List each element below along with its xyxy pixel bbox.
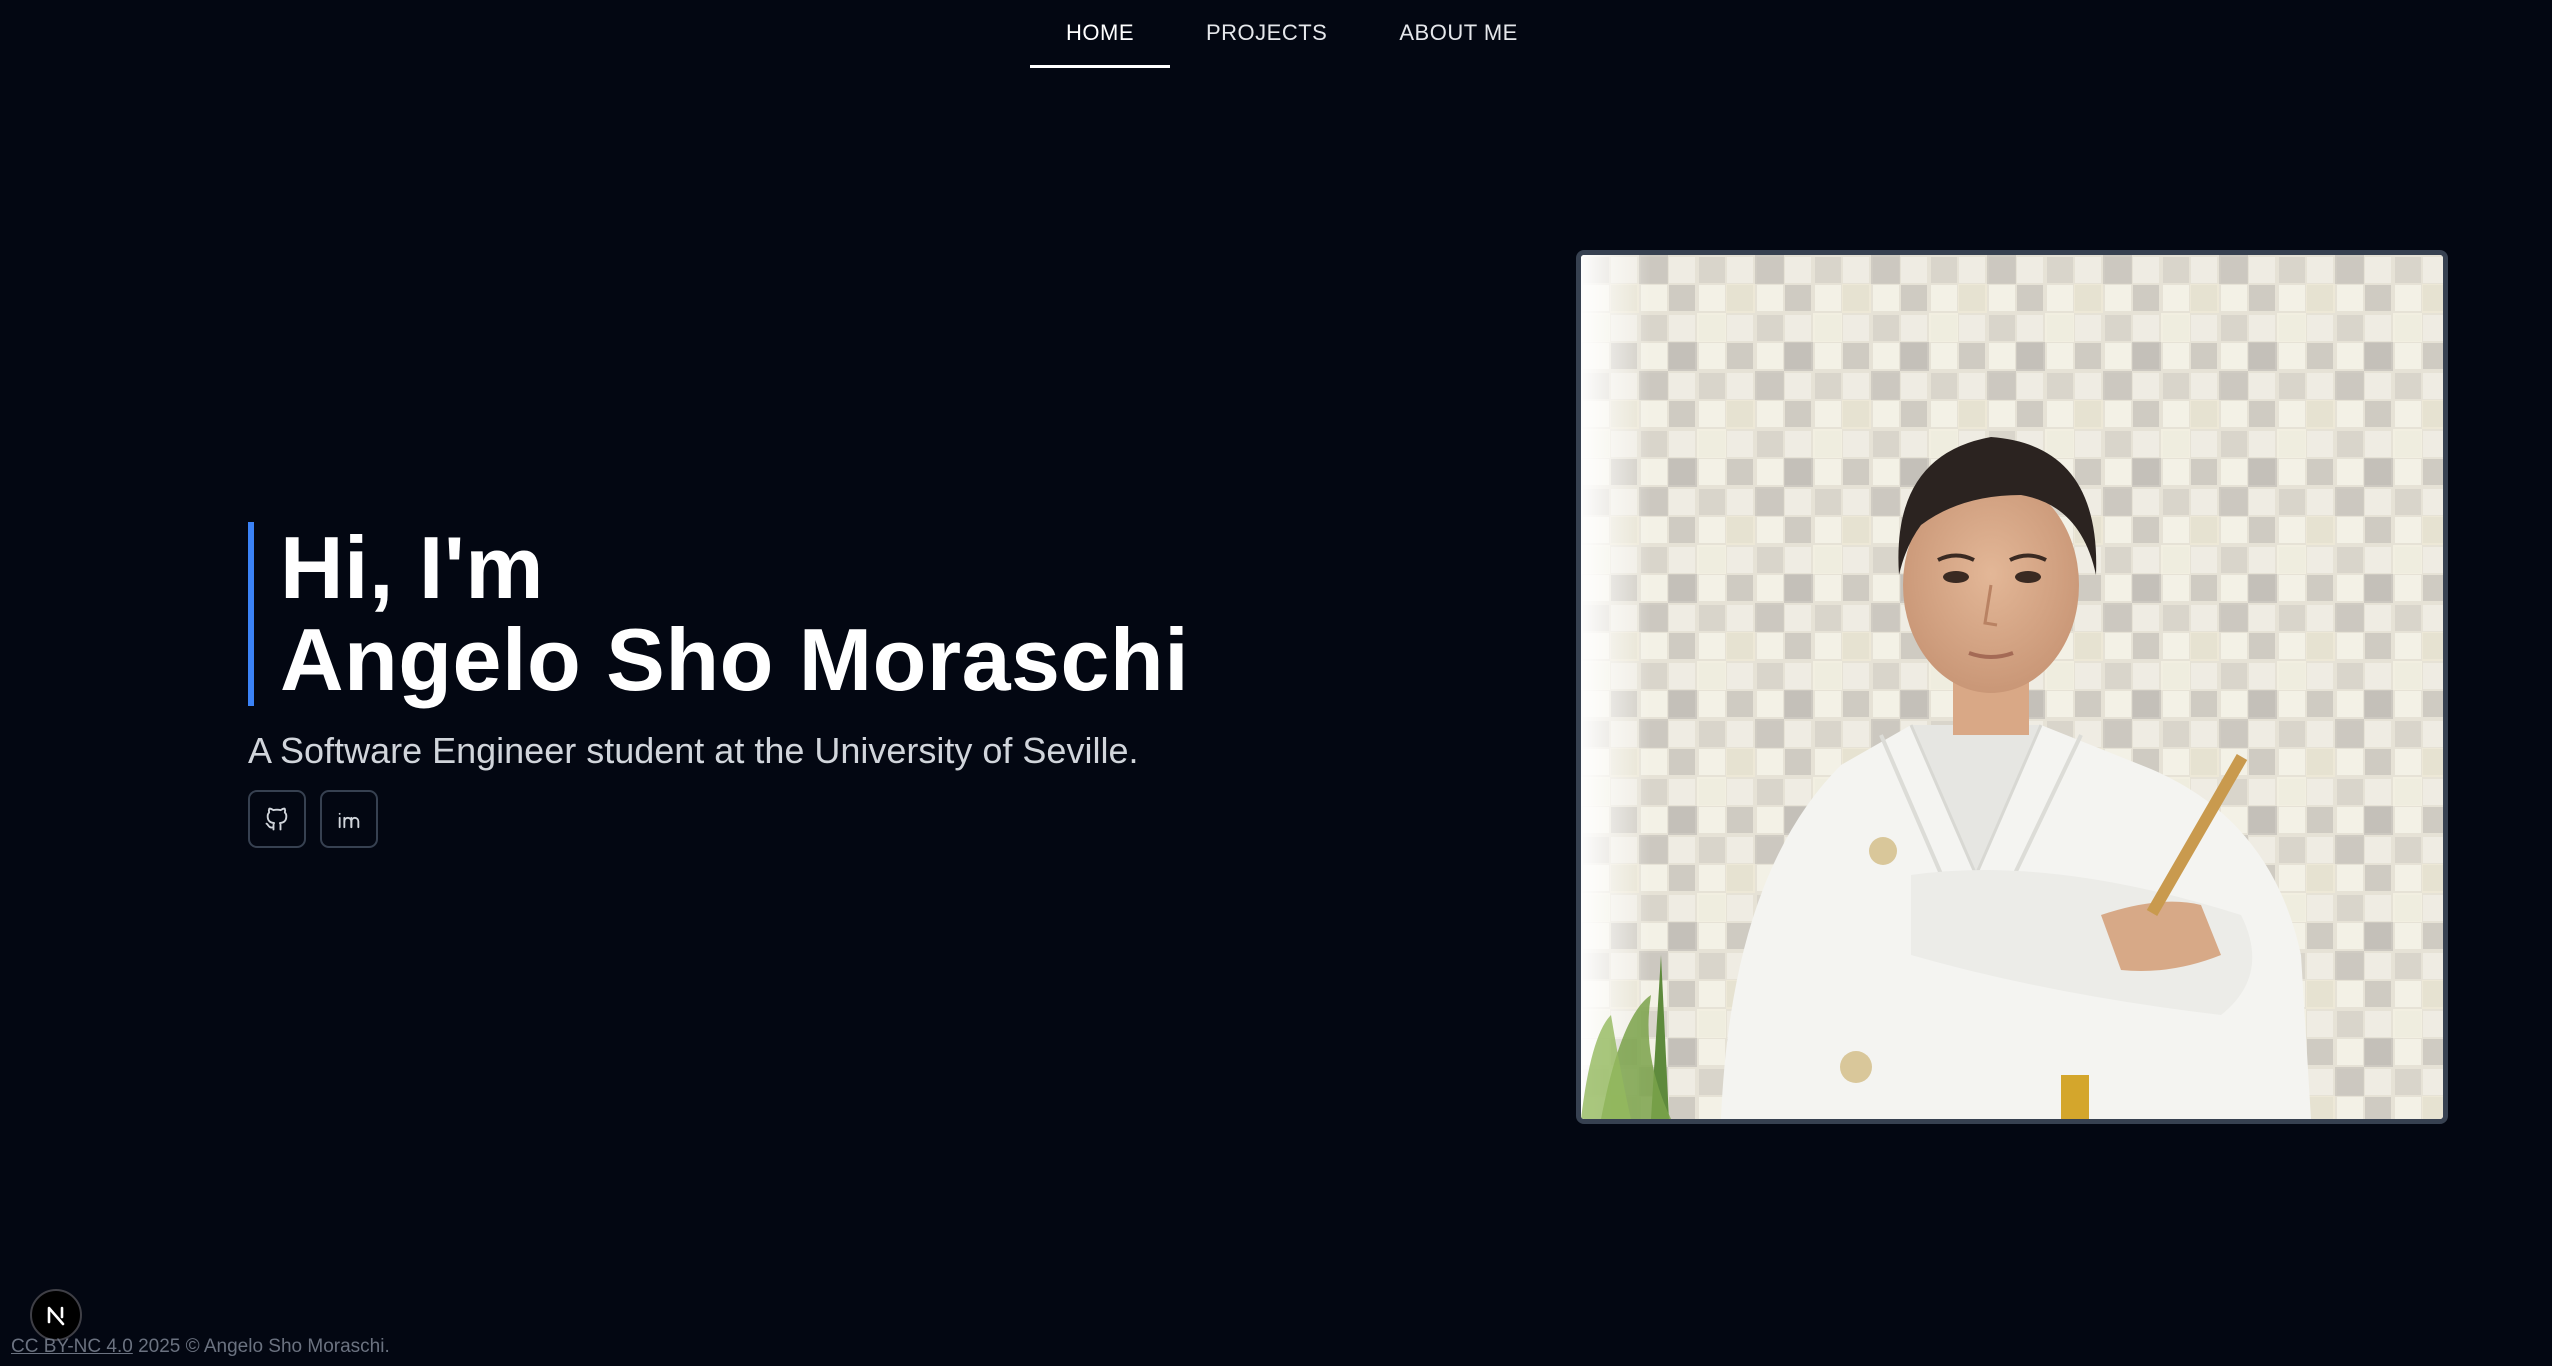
portrait-image bbox=[1581, 255, 2443, 1119]
nav-about-me[interactable]: ABOUT ME bbox=[1363, 0, 1554, 68]
nextjs-badge[interactable] bbox=[30, 1289, 82, 1341]
portrait-frame bbox=[1576, 250, 2448, 1124]
footer-copyright: 2025 © Angelo Sho Moraschi. bbox=[132, 1336, 390, 1357]
github-button[interactable] bbox=[248, 790, 306, 848]
hero-subtitle: A Software Engineer student at the Unive… bbox=[248, 730, 1139, 771]
hero-greeting: Hi, I'm bbox=[280, 518, 545, 617]
nextjs-icon bbox=[47, 1306, 65, 1326]
license-link[interactable]: CC BY-NC 4.0 bbox=[11, 1336, 133, 1357]
nav-projects[interactable]: PROJECTS bbox=[1170, 0, 1363, 68]
footer: CC BY-NC 4.0 2025 © Angelo Sho Moraschi. bbox=[11, 1336, 390, 1358]
social-links bbox=[248, 790, 1448, 848]
hero-name: Angelo Sho Moraschi bbox=[280, 610, 1190, 709]
nav-home[interactable]: HOME bbox=[1030, 0, 1170, 68]
main-nav: HOME PROJECTS ABOUT ME bbox=[1030, 0, 1554, 68]
linkedin-button[interactable] bbox=[320, 790, 378, 848]
hero-headline: Hi, I'm Angelo Sho Moraschi bbox=[248, 522, 1448, 706]
linkedin-icon bbox=[338, 812, 360, 829]
hero-section: Hi, I'm Angelo Sho Moraschi A Software E… bbox=[248, 522, 1448, 848]
github-icon bbox=[265, 807, 288, 831]
